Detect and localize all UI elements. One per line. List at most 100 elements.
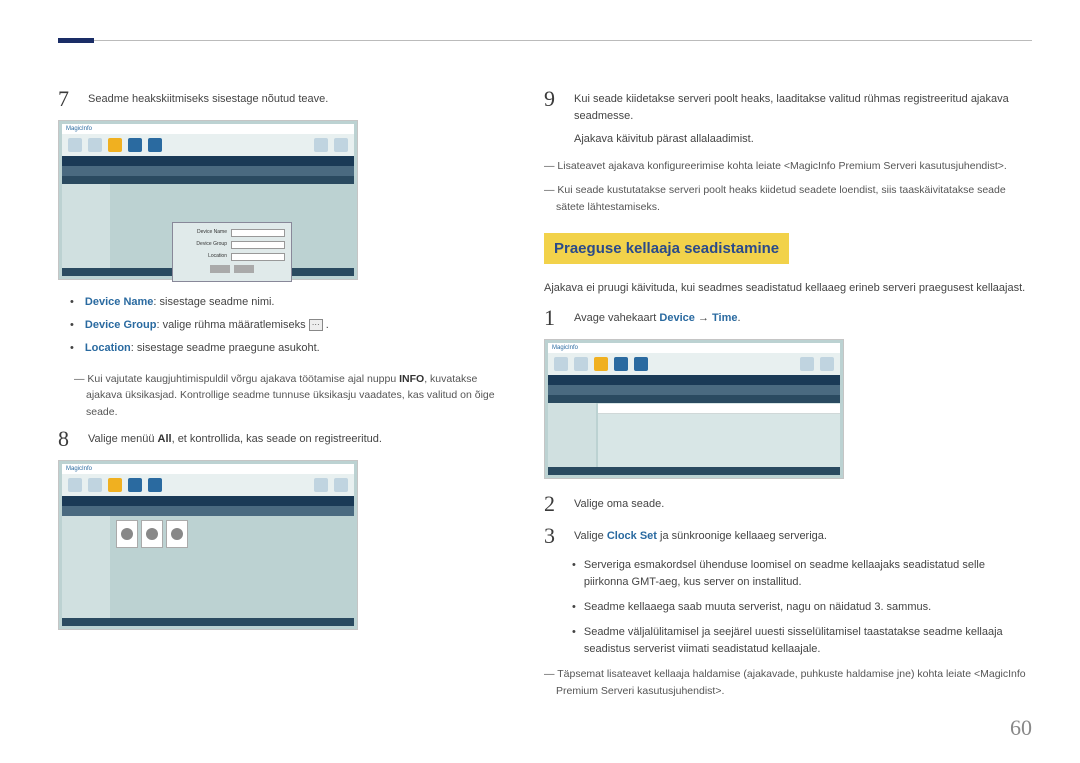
toolbar-icon (554, 357, 568, 371)
step-number: 7 (58, 88, 76, 110)
ss-subtabs (548, 385, 840, 395)
step-number: 2 (544, 493, 562, 515)
section-heading-wrap: Praeguse kellaaja seadistamine (544, 223, 1032, 274)
dlg-btn (234, 265, 254, 273)
step-2: 2 Valige oma seade. (544, 493, 1032, 515)
ss-row-head (62, 176, 354, 184)
step-7: 7 Seadme heakskiitmiseks sisestage nõutu… (58, 88, 508, 110)
sub-bullet: Seadme väljalülitamisel ja seejärel uues… (572, 624, 1032, 658)
dlg-field (231, 241, 285, 249)
t-pre: Avage vahekaart (574, 312, 659, 324)
note-delete: Kui seade kustutatakse serveri poolt hea… (544, 182, 1032, 215)
note-info: Kui vajutate kaugjuhtimispuldil võrgu aj… (58, 371, 508, 420)
note-pre: Kui vajutate kaugjuhtimispuldil võrgu aj… (87, 373, 399, 385)
toolbar-icon (88, 138, 102, 152)
step-number: 1 (544, 307, 562, 329)
t-pre: Valige menüü (88, 433, 158, 445)
toolbar-icon (334, 478, 348, 492)
step-3: 3 Valige Clock Set ja sünkroonige kellaa… (544, 525, 1032, 547)
ss-title: MagicInfo (548, 343, 840, 353)
toolbar-icon (614, 357, 628, 371)
toolbar-icon (148, 138, 162, 152)
ss-title: MagicInfo (62, 124, 354, 134)
sub-bullet: Seadme kellaaega saab muuta serverist, n… (572, 599, 1032, 616)
screenshot-all-menu: MagicInfo (58, 460, 358, 630)
bullet-label: Device Name (85, 296, 154, 308)
note-config: Lisateavet ajakava konfigureerimise koht… (544, 158, 1032, 174)
screenshot-approve-device: MagicInfo Device Name Device Grou (58, 120, 358, 280)
bullet-tail: : sisestage seadme praegune asukoht. (131, 342, 320, 354)
toolbar-icon (108, 478, 122, 492)
bullet-device-group: Device Group: valige rühma määratlemisek… (70, 317, 508, 334)
step-number: 9 (544, 88, 562, 148)
ss-dialog: Device Name Device Group Location (172, 222, 292, 282)
toolbar-icon (800, 357, 814, 371)
step-number: 8 (58, 428, 76, 450)
device-icon (121, 528, 133, 540)
step-1: 1 Avage vahekaart Device → Time. (544, 307, 1032, 329)
device-icon (171, 528, 183, 540)
screenshot-device-time: MagicInfo (544, 339, 844, 479)
bullet-label: Device Group (85, 319, 157, 331)
step-text: Valige Clock Set ja sünkroonige kellaaeg… (574, 525, 1032, 547)
step9-line2: Ajakava käivitub pärast allalaadimist. (574, 131, 1032, 148)
step-text: Kui seade kiidetakse serveri poolt heaks… (574, 88, 1032, 148)
ss-tabs (62, 496, 354, 506)
sb-text: Serveriga esmakordsel ühenduse loomisel … (584, 557, 1032, 591)
ss-tabs (62, 156, 354, 166)
bullet-location: Location: sisestage seadme praegune asuk… (70, 340, 508, 357)
ss-subtabs (62, 506, 354, 516)
right-column: 9 Kui seade kiidetakse serveri poolt hea… (544, 88, 1032, 707)
header-rule (58, 40, 1032, 41)
bullet-label: Location (85, 342, 131, 354)
toolbar-icon (334, 138, 348, 152)
ss-footer (62, 618, 354, 626)
note-bold: INFO (399, 373, 424, 385)
ss-toolbar (62, 474, 354, 496)
toolbar-icon (88, 478, 102, 492)
bullet-tail: : valige rühma määratlemiseks (156, 319, 308, 331)
ss-toolbar (548, 353, 840, 375)
ss-grid (112, 516, 354, 552)
ss-body: Device Name Device Group Location (62, 184, 354, 268)
dlg-btn (210, 265, 230, 273)
page-number: 60 (1010, 715, 1032, 741)
toolbar-icon (108, 138, 122, 152)
bullet-list: Device Name: sisestage seadme nimi. Devi… (70, 294, 508, 357)
ss-sidebar (548, 403, 596, 467)
device-icon (146, 528, 158, 540)
dlg-label: Device Group (196, 241, 227, 249)
ss-row-head (548, 395, 840, 403)
ss-main: Device Name Device Group Location (112, 184, 354, 268)
page-body: 7 Seadme heakskiitmiseks sisestage nõutu… (0, 0, 1080, 707)
device-card (116, 520, 138, 548)
t-pre: Valige (574, 530, 607, 542)
step9-line1: Kui seade kiidetakse serveri poolt heaks… (574, 91, 1032, 125)
toolbar-icon (68, 138, 82, 152)
left-column: 7 Seadme heakskiitmiseks sisestage nõutu… (58, 88, 508, 707)
bullet-tail: : sisestage seadme nimi. (153, 296, 274, 308)
t-post: , et kontrollida, kas seade on registree… (172, 433, 382, 445)
toolbar-icon (128, 478, 142, 492)
step-number: 3 (544, 525, 562, 547)
ss-main (112, 516, 354, 618)
toolbar-icon (148, 478, 162, 492)
toolbar-icon (68, 478, 82, 492)
bullet-device-name: Device Name: sisestage seadme nimi. (70, 294, 508, 311)
note-manage-time: Täpsemat lisateavet kellaaja haldamise (… (544, 666, 1032, 699)
t-b: Clock Set (607, 530, 657, 542)
t-b1: Device (659, 312, 694, 324)
ss-toolbar (62, 134, 354, 156)
ss-tabs (548, 375, 840, 385)
ss-main (598, 403, 840, 467)
t-bold: All (158, 433, 172, 445)
toolbar-icon (594, 357, 608, 371)
toolbar-icon (128, 138, 142, 152)
toolbar-icon (820, 357, 834, 371)
device-card (141, 520, 163, 548)
sub-bullet: Serveriga esmakordsel ühenduse loomisel … (572, 557, 1032, 591)
header-accent (58, 38, 94, 43)
ss-footer (548, 467, 840, 475)
ss-body (62, 516, 354, 618)
toolbar-icon (314, 138, 328, 152)
